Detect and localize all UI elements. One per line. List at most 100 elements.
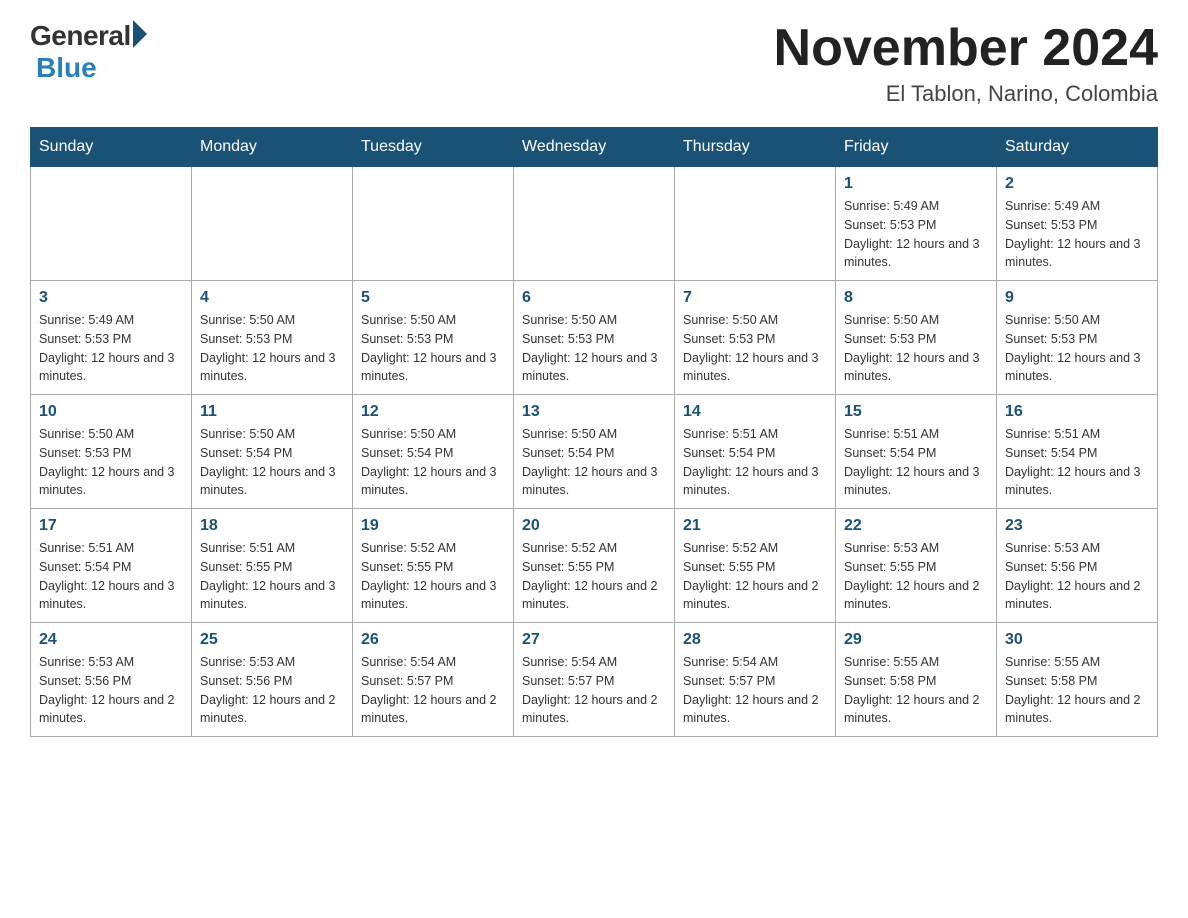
day-number: 7 bbox=[683, 289, 827, 307]
calendar-cell: 12 Sunrise: 5:50 AMSunset: 5:54 PMDayligh… bbox=[353, 395, 514, 509]
day-number: 19 bbox=[361, 517, 505, 535]
day-info: Sunrise: 5:54 AMSunset: 5:57 PMDaylight:… bbox=[683, 653, 827, 728]
calendar-cell: 8 Sunrise: 5:50 AMSunset: 5:53 PMDaylight… bbox=[836, 281, 997, 395]
day-info: Sunrise: 5:50 AMSunset: 5:54 PMDaylight:… bbox=[200, 425, 344, 500]
header-friday: Friday bbox=[836, 128, 997, 167]
calendar-cell: 13Sunrise: 5:50 AMSunset: 5:54 PMDayligh… bbox=[514, 395, 675, 509]
day-info: Sunrise: 5:50 AMSunset: 5:53 PMDaylight:… bbox=[844, 311, 988, 386]
week-row-1: 1 Sunrise: 5:49 AMSunset: 5:53 PMDaylight… bbox=[31, 167, 1158, 281]
day-info: Sunrise: 5:53 AMSunset: 5:56 PMDaylight:… bbox=[39, 653, 183, 728]
calendar-cell: 9 Sunrise: 5:50 AMSunset: 5:53 PMDaylight… bbox=[997, 281, 1158, 395]
day-info: Sunrise: 5:50 AMSunset: 5:53 PMDaylight:… bbox=[200, 311, 344, 386]
day-info: Sunrise: 5:51 AMSunset: 5:54 PMDaylight:… bbox=[844, 425, 988, 500]
day-info: Sunrise: 5:49 AMSunset: 5:53 PMDaylight:… bbox=[844, 197, 988, 272]
day-number: 3 bbox=[39, 289, 183, 307]
calendar-cell: 11 Sunrise: 5:50 AMSunset: 5:54 PMDayligh… bbox=[192, 395, 353, 509]
calendar-cell: 3 Sunrise: 5:49 AMSunset: 5:53 PMDaylight… bbox=[31, 281, 192, 395]
logo-arrow-icon bbox=[133, 20, 147, 48]
calendar-cell: 14 Sunrise: 5:51 AMSunset: 5:54 PMDayligh… bbox=[675, 395, 836, 509]
day-number: 16 bbox=[1005, 403, 1149, 421]
day-number: 22 bbox=[844, 517, 988, 535]
day-info: Sunrise: 5:51 AMSunset: 5:54 PMDaylight:… bbox=[683, 425, 827, 500]
calendar-cell: 22 Sunrise: 5:53 AMSunset: 5:55 PMDayligh… bbox=[836, 509, 997, 623]
header-thursday: Thursday bbox=[675, 128, 836, 167]
calendar-header-row: SundayMondayTuesdayWednesdayThursdayFrid… bbox=[31, 128, 1158, 167]
day-number: 27 bbox=[522, 631, 666, 649]
day-info: Sunrise: 5:52 AMSunset: 5:55 PMDaylight:… bbox=[683, 539, 827, 614]
calendar-cell: 19 Sunrise: 5:52 AMSunset: 5:55 PMDayligh… bbox=[353, 509, 514, 623]
calendar-cell: 21 Sunrise: 5:52 AMSunset: 5:55 PMDayligh… bbox=[675, 509, 836, 623]
day-number: 1 bbox=[844, 175, 988, 193]
header-saturday: Saturday bbox=[997, 128, 1158, 167]
calendar-cell: 7 Sunrise: 5:50 AMSunset: 5:53 PMDaylight… bbox=[675, 281, 836, 395]
calendar-cell bbox=[31, 167, 192, 281]
calendar-cell bbox=[192, 167, 353, 281]
logo-blue-text: Blue bbox=[36, 52, 97, 84]
week-row-3: 10Sunrise: 5:50 AMSunset: 5:53 PMDayligh… bbox=[31, 395, 1158, 509]
calendar-cell: 20 Sunrise: 5:52 AMSunset: 5:55 PMDayligh… bbox=[514, 509, 675, 623]
header-tuesday: Tuesday bbox=[353, 128, 514, 167]
calendar-cell: 26Sunrise: 5:54 AMSunset: 5:57 PMDayligh… bbox=[353, 623, 514, 737]
title-section: November 2024 El Tablon, Narino, Colombi… bbox=[774, 20, 1158, 107]
day-info: Sunrise: 5:49 AMSunset: 5:53 PMDaylight:… bbox=[1005, 197, 1149, 272]
day-number: 21 bbox=[683, 517, 827, 535]
calendar-cell: 4 Sunrise: 5:50 AMSunset: 5:53 PMDaylight… bbox=[192, 281, 353, 395]
week-row-5: 24 Sunrise: 5:53 AMSunset: 5:56 PMDayligh… bbox=[31, 623, 1158, 737]
calendar-cell: 23Sunrise: 5:53 AMSunset: 5:56 PMDayligh… bbox=[997, 509, 1158, 623]
calendar-cell: 30 Sunrise: 5:55 AMSunset: 5:58 PMDayligh… bbox=[997, 623, 1158, 737]
calendar-cell: 28 Sunrise: 5:54 AMSunset: 5:57 PMDayligh… bbox=[675, 623, 836, 737]
calendar-cell: 25 Sunrise: 5:53 AMSunset: 5:56 PMDayligh… bbox=[192, 623, 353, 737]
calendar-cell: 27 Sunrise: 5:54 AMSunset: 5:57 PMDayligh… bbox=[514, 623, 675, 737]
logo: General Blue bbox=[30, 20, 147, 84]
day-number: 4 bbox=[200, 289, 344, 307]
calendar-cell: 15 Sunrise: 5:51 AMSunset: 5:54 PMDayligh… bbox=[836, 395, 997, 509]
calendar-cell bbox=[675, 167, 836, 281]
calendar-cell: 2Sunrise: 5:49 AMSunset: 5:53 PMDaylight… bbox=[997, 167, 1158, 281]
day-number: 29 bbox=[844, 631, 988, 649]
day-info: Sunrise: 5:54 AMSunset: 5:57 PMDaylight:… bbox=[522, 653, 666, 728]
day-number: 11 bbox=[200, 403, 344, 421]
calendar-cell: 5Sunrise: 5:50 AMSunset: 5:53 PMDaylight… bbox=[353, 281, 514, 395]
day-info: Sunrise: 5:50 AMSunset: 5:53 PMDaylight:… bbox=[683, 311, 827, 386]
day-info: Sunrise: 5:51 AMSunset: 5:54 PMDaylight:… bbox=[1005, 425, 1149, 500]
day-number: 26 bbox=[361, 631, 505, 649]
day-number: 24 bbox=[39, 631, 183, 649]
day-number: 20 bbox=[522, 517, 666, 535]
day-info: Sunrise: 5:49 AMSunset: 5:53 PMDaylight:… bbox=[39, 311, 183, 386]
day-info: Sunrise: 5:55 AMSunset: 5:58 PMDaylight:… bbox=[1005, 653, 1149, 728]
day-info: Sunrise: 5:53 AMSunset: 5:56 PMDaylight:… bbox=[200, 653, 344, 728]
calendar-cell: 6Sunrise: 5:50 AMSunset: 5:53 PMDaylight… bbox=[514, 281, 675, 395]
calendar-cell: 29Sunrise: 5:55 AMSunset: 5:58 PMDayligh… bbox=[836, 623, 997, 737]
day-number: 28 bbox=[683, 631, 827, 649]
calendar-cell bbox=[514, 167, 675, 281]
calendar-cell: 17 Sunrise: 5:51 AMSunset: 5:54 PMDayligh… bbox=[31, 509, 192, 623]
page-header: General Blue November 2024 El Tablon, Na… bbox=[30, 20, 1158, 107]
day-number: 9 bbox=[1005, 289, 1149, 307]
header-wednesday: Wednesday bbox=[514, 128, 675, 167]
calendar-cell: 10Sunrise: 5:50 AMSunset: 5:53 PMDayligh… bbox=[31, 395, 192, 509]
day-number: 10 bbox=[39, 403, 183, 421]
day-info: Sunrise: 5:51 AMSunset: 5:54 PMDaylight:… bbox=[39, 539, 183, 614]
day-number: 15 bbox=[844, 403, 988, 421]
day-number: 25 bbox=[200, 631, 344, 649]
month-title: November 2024 bbox=[774, 20, 1158, 77]
day-info: Sunrise: 5:50 AMSunset: 5:54 PMDaylight:… bbox=[361, 425, 505, 500]
day-number: 14 bbox=[683, 403, 827, 421]
calendar-cell: 16 Sunrise: 5:51 AMSunset: 5:54 PMDayligh… bbox=[997, 395, 1158, 509]
calendar-cell: 24 Sunrise: 5:53 AMSunset: 5:56 PMDayligh… bbox=[31, 623, 192, 737]
day-info: Sunrise: 5:50 AMSunset: 5:53 PMDaylight:… bbox=[522, 311, 666, 386]
logo-general-text: General bbox=[30, 20, 131, 52]
day-info: Sunrise: 5:51 AMSunset: 5:55 PMDaylight:… bbox=[200, 539, 344, 614]
day-number: 17 bbox=[39, 517, 183, 535]
day-number: 8 bbox=[844, 289, 988, 307]
calendar-cell: 18Sunrise: 5:51 AMSunset: 5:55 PMDayligh… bbox=[192, 509, 353, 623]
day-info: Sunrise: 5:50 AMSunset: 5:53 PMDaylight:… bbox=[361, 311, 505, 386]
day-info: Sunrise: 5:52 AMSunset: 5:55 PMDaylight:… bbox=[361, 539, 505, 614]
day-info: Sunrise: 5:52 AMSunset: 5:55 PMDaylight:… bbox=[522, 539, 666, 614]
header-monday: Monday bbox=[192, 128, 353, 167]
day-number: 12 bbox=[361, 403, 505, 421]
day-number: 30 bbox=[1005, 631, 1149, 649]
location-title: El Tablon, Narino, Colombia bbox=[774, 81, 1158, 107]
day-info: Sunrise: 5:50 AMSunset: 5:53 PMDaylight:… bbox=[1005, 311, 1149, 386]
day-info: Sunrise: 5:53 AMSunset: 5:55 PMDaylight:… bbox=[844, 539, 988, 614]
